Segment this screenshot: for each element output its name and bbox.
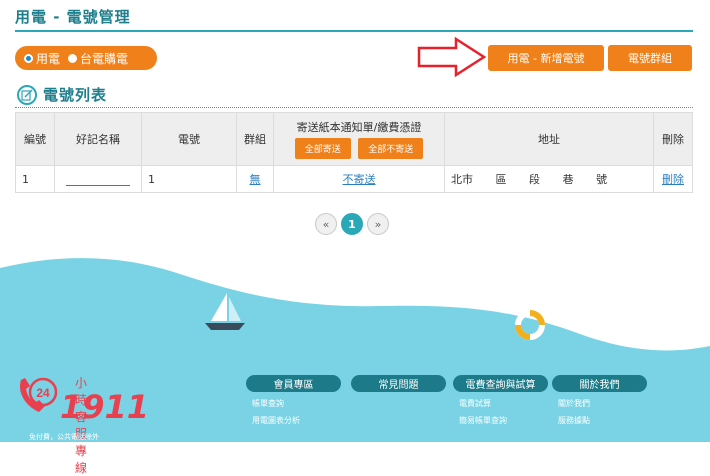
address-city: 北市: [451, 173, 473, 186]
header-group: 群組: [236, 112, 274, 166]
header-delete: 刪除: [653, 112, 693, 166]
prev-page-button[interactable]: «: [315, 213, 337, 235]
address-section: 段: [529, 173, 540, 186]
header-address: 地址: [444, 112, 654, 166]
delete-link[interactable]: 刪除: [662, 173, 684, 186]
cell-no: 1: [15, 165, 55, 193]
life-ring-icon: [515, 310, 545, 340]
send-none-button[interactable]: 全部不寄送: [358, 138, 424, 159]
send-all-button[interactable]: 全部寄送: [294, 138, 351, 159]
radio-unselected-icon: [68, 53, 78, 63]
footer-link-service-points[interactable]: 服務據點: [558, 415, 647, 426]
sailboat-icon: [205, 293, 245, 330]
hotline-badge: 24: [36, 386, 50, 400]
footer-column-bill-calc: 電費查詢與試算 電費試算 簡易帳單查詢: [453, 375, 548, 426]
footer-heading-faq[interactable]: 常見問題: [351, 375, 446, 392]
footer-heading-member[interactable]: 會員專區: [246, 375, 341, 392]
footer-link-about-us[interactable]: 關於我們: [558, 398, 647, 409]
footer-heading-about[interactable]: 關於我們: [552, 375, 647, 392]
meter-group-button[interactable]: 電號群組: [608, 45, 692, 71]
footer-heading-bill-calc[interactable]: 電費查詢與試算: [453, 375, 548, 392]
phone-24h-icon: 24: [19, 377, 58, 412]
meter-table: 編號 好記名稱 電號 群組 寄送紙本通知單/繳費憑證 全部寄送 全部不寄送 地址…: [15, 112, 693, 193]
header-mail: 寄送紙本通知單/繳費憑證 全部寄送 全部不寄送: [273, 112, 445, 166]
section-divider: [15, 107, 693, 108]
cell-mail: 不寄送: [273, 165, 445, 193]
cell-number: 1: [141, 165, 237, 193]
address-district: 區: [495, 173, 507, 186]
footer-column-faq: 常見問題: [351, 375, 446, 392]
header-number: 電號: [141, 112, 237, 166]
hotline-block: 24 小時客服專線 1911 免付費，公共電話除外: [15, 372, 149, 475]
footer-column-about: 關於我們 關於我們 服務據點: [552, 375, 647, 426]
cell-group: 無: [236, 165, 274, 193]
mail-setting-link[interactable]: 不寄送: [343, 173, 376, 186]
next-page-button[interactable]: »: [367, 213, 389, 235]
red-arrow-icon: [417, 36, 487, 78]
cell-delete: 刪除: [653, 165, 693, 193]
edit-icon: [17, 84, 37, 105]
radio-label: 台電購電: [80, 51, 129, 66]
page-title: 用電 - 電號管理: [15, 8, 131, 26]
power-type-radio-group: 用電 台電購電: [15, 46, 157, 70]
radio-label: 用電: [36, 51, 61, 66]
address-lane: 巷: [562, 173, 574, 186]
header-mail-label: 寄送紙本通知單/繳費憑證: [296, 121, 422, 134]
radio-selected-icon: [24, 53, 33, 63]
title-divider: [15, 30, 693, 32]
cell-address: 北市 區 段 巷 號: [444, 165, 654, 193]
radio-option-electricity[interactable]: 用電: [24, 50, 60, 67]
footer-link-usage-chart[interactable]: 用電圖表分析: [252, 415, 341, 426]
footer-link-simple-bill[interactable]: 簡易帳單查詢: [459, 415, 548, 426]
group-link[interactable]: 無: [250, 173, 261, 186]
hotline-note: 免付費，公共電話除外: [29, 433, 99, 441]
radio-option-taipower-purchase[interactable]: 台電購電: [68, 50, 128, 67]
cell-nickname: [54, 165, 142, 193]
footer-link-bill-query[interactable]: 帳單查詢: [252, 398, 341, 409]
footer-column-member: 會員專區 帳單查詢 用電圖表分析: [246, 375, 341, 426]
table-header-row: 編號 好記名稱 電號 群組 寄送紙本通知單/繳費憑證 全部寄送 全部不寄送 地址…: [15, 112, 693, 166]
header-nickname: 好記名稱: [54, 112, 142, 166]
add-meter-button[interactable]: 用電 - 新增電號: [488, 45, 604, 71]
hotline-number[interactable]: 1911: [60, 388, 149, 426]
section-title: 電號列表: [43, 86, 108, 104]
header-no: 編號: [15, 112, 55, 166]
footer-link-bill-trial[interactable]: 電費試算: [459, 398, 548, 409]
section-header: 電號列表: [17, 84, 107, 105]
table-row: 1 1 無 不寄送 北市 區 段 巷 號 刪除: [15, 165, 693, 193]
nickname-link[interactable]: [66, 173, 130, 186]
pagination: « 1 »: [315, 213, 393, 235]
address-number: 號: [596, 173, 607, 186]
page-1-button[interactable]: 1: [341, 213, 363, 235]
